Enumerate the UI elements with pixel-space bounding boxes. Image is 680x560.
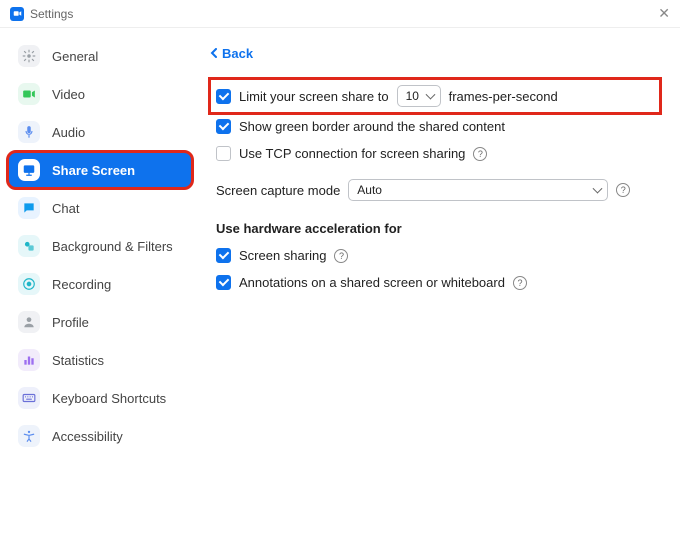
sidebar-item-label: Share Screen [52,163,135,178]
sidebar-item-accessibility[interactable]: Accessibility [8,418,192,454]
fps-limit-row: Limit your screen share to 10 frames-per… [210,79,660,113]
stats-icon [18,349,40,371]
help-icon[interactable]: ? [513,276,527,290]
help-icon[interactable]: ? [334,249,348,263]
close-icon[interactable]: ✕ [658,5,670,22]
green-border-checkbox[interactable] [216,119,231,134]
app-icon [10,7,24,21]
hw-screen-row: Screen sharing ? [210,242,660,269]
sidebar-item-profile[interactable]: Profile [8,304,192,340]
sidebar-item-keyboard-shortcuts[interactable]: Keyboard Shortcuts [8,380,192,416]
sidebar-item-label: General [52,49,98,64]
content-pane: Back Limit your screen share to 10 frame… [200,28,680,560]
fps-limit-prefix: Limit your screen share to [239,89,389,104]
hw-annotations-row: Annotations on a shared screen or whiteb… [210,269,660,296]
sidebar-item-video[interactable]: Video [8,76,192,112]
sidebar-item-label: Accessibility [52,429,123,444]
fps-limit-select[interactable]: 10 [397,85,441,107]
sidebar-item-chat[interactable]: Chat [8,190,192,226]
sidebar-item-label: Profile [52,315,89,330]
fps-limit-suffix: frames-per-second [449,89,558,104]
hw-screen-checkbox[interactable] [216,248,231,263]
sidebar-item-label: Recording [52,277,111,292]
video-icon [18,83,40,105]
sidebar: General Video Audio Share Screen Chat Backgro… [0,28,200,560]
sidebar-item-recording[interactable]: Recording [8,266,192,302]
hw-screen-label: Screen sharing [239,248,326,263]
sidebar-item-label: Statistics [52,353,104,368]
sidebar-item-share-screen[interactable]: Share Screen [8,152,192,188]
sidebar-item-label: Chat [52,201,79,216]
window-title: Settings [30,7,73,21]
green-border-label: Show green border around the shared cont… [239,119,505,134]
sidebar-item-label: Video [52,87,85,102]
back-label: Back [222,46,253,61]
back-link[interactable]: Back [210,46,253,61]
sidebar-item-label: Audio [52,125,85,140]
sidebar-item-label: Keyboard Shortcuts [52,391,166,406]
capture-mode-value: Auto [357,183,382,197]
capture-mode-label: Screen capture mode [216,183,340,198]
sidebar-item-audio[interactable]: Audio [8,114,192,150]
help-icon[interactable]: ? [473,147,487,161]
profile-icon [18,311,40,333]
capture-mode-row: Screen capture mode Auto ? [210,173,660,207]
titlebar-left: Settings [10,7,73,21]
hw-annotations-checkbox[interactable] [216,275,231,290]
keyboard-icon [18,387,40,409]
sidebar-item-general[interactable]: General [8,38,192,74]
fps-limit-value: 10 [406,89,419,103]
fps-limit-checkbox[interactable] [216,89,231,104]
audio-icon [18,121,40,143]
hw-annotations-label: Annotations on a shared screen or whiteb… [239,275,505,290]
share-icon [18,159,40,181]
chevron-left-icon [210,46,218,61]
hw-accel-heading: Use hardware acceleration for [216,221,660,236]
bgfilters-icon [18,235,40,257]
green-border-row: Show green border around the shared cont… [210,113,660,140]
gear-icon [18,45,40,67]
tcp-label: Use TCP connection for screen sharing [239,146,465,161]
capture-mode-select[interactable]: Auto [348,179,608,201]
recording-icon [18,273,40,295]
sidebar-item-background-filters[interactable]: Background & Filters [8,228,192,264]
tcp-checkbox[interactable] [216,146,231,161]
chat-icon [18,197,40,219]
help-icon[interactable]: ? [616,183,630,197]
accessibility-icon [18,425,40,447]
sidebar-item-statistics[interactable]: Statistics [8,342,192,378]
tcp-row: Use TCP connection for screen sharing ? [210,140,660,167]
titlebar: Settings ✕ [0,0,680,28]
sidebar-item-label: Background & Filters [52,239,173,254]
